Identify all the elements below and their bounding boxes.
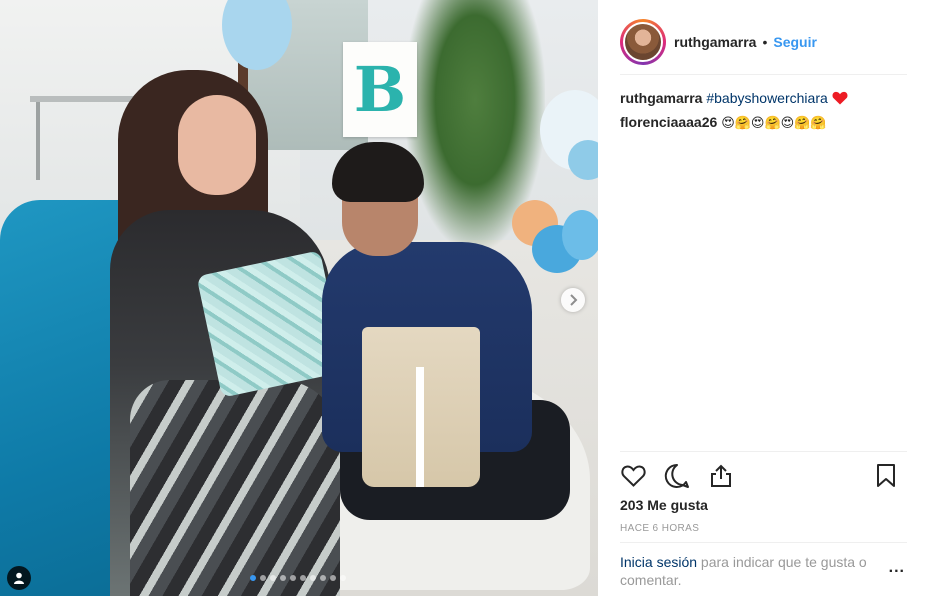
- post-sidebar: ruthgamarra • Seguir ruthgamarra #babysh…: [598, 0, 927, 596]
- chevron-right-icon: [570, 294, 578, 306]
- post-timestamp[interactable]: HACE 6 HORAS: [620, 523, 699, 534]
- carousel-dot: [310, 575, 316, 581]
- share-icon: [711, 464, 731, 487]
- baby-pants: [362, 327, 480, 487]
- login-link[interactable]: Inicia sesión: [620, 554, 697, 570]
- user-tags-button[interactable]: [7, 566, 31, 590]
- more-options-button[interactable]: ...: [889, 559, 905, 577]
- woman-legs: [130, 380, 340, 596]
- like-count[interactable]: 203 Me gusta: [620, 497, 708, 513]
- carousel-dot: [250, 575, 256, 581]
- login-prompt: Inicia sesión para indicar que te gusta …: [620, 542, 907, 589]
- bookmark-icon: [877, 463, 895, 487]
- balloon: [562, 210, 598, 260]
- comment-button[interactable]: [664, 463, 690, 489]
- sign-letter: B: [353, 52, 407, 126]
- hashtag-link[interactable]: #babyshowerchiara: [706, 90, 827, 106]
- post-photo[interactable]: B: [0, 0, 598, 596]
- comment-item: ruthgamarra #babyshowerchiara: [620, 86, 907, 110]
- share-button[interactable]: [708, 463, 734, 489]
- comment-emojis: 😍🤗😍🤗😍🤗🤗: [721, 116, 827, 131]
- save-button[interactable]: [873, 463, 899, 489]
- carousel-indicator: [250, 575, 346, 581]
- letter-sign: B: [343, 42, 417, 137]
- carousel-dot: [280, 575, 286, 581]
- person-icon: [14, 572, 24, 584]
- carousel-dot: [260, 575, 266, 581]
- comment-username[interactable]: florenciaaaa26: [620, 114, 717, 130]
- comment-item: florenciaaaa26 😍🤗😍🤗😍🤗🤗: [620, 110, 907, 136]
- comment-username[interactable]: ruthgamarra: [620, 90, 702, 106]
- login-prompt-text: Inicia sesión para indicar que te gusta …: [620, 553, 882, 589]
- heart-icon: [620, 465, 646, 487]
- carousel-dot: [290, 575, 296, 581]
- comments-list: ruthgamarra #babyshowerchiara florenciaa…: [620, 86, 907, 136]
- red-heart-icon: [832, 91, 848, 105]
- post-header: ruthgamarra • Seguir: [620, 10, 907, 75]
- carousel-next-button[interactable]: [561, 288, 585, 312]
- carousel-dot: [270, 575, 276, 581]
- like-button[interactable]: [620, 463, 646, 489]
- carousel-dot: [340, 575, 346, 581]
- carousel-dot: [320, 575, 326, 581]
- balloon: [568, 140, 598, 180]
- avatar-story-ring[interactable]: [620, 19, 666, 65]
- separator: •: [762, 34, 768, 50]
- woman-face: [178, 95, 256, 195]
- heart-emoji: [832, 90, 848, 106]
- carousel-dot: [330, 575, 336, 581]
- action-bar: [620, 451, 907, 499]
- follow-button[interactable]: Seguir: [773, 34, 817, 50]
- comment-icon: [664, 463, 689, 488]
- username-link[interactable]: ruthgamarra: [674, 34, 756, 50]
- carousel-dot: [300, 575, 306, 581]
- avatar[interactable]: [623, 22, 663, 62]
